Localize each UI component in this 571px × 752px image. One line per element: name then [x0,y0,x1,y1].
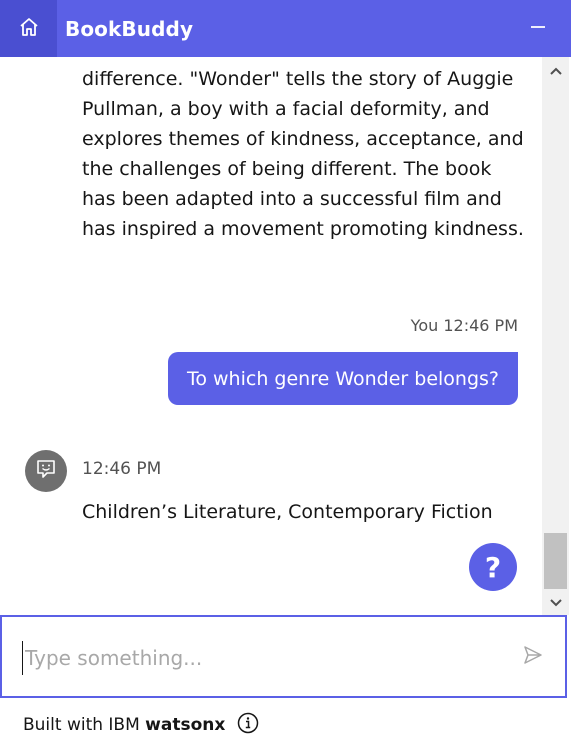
info-icon [237,712,259,738]
home-button[interactable] [0,0,57,57]
bot-avatar [25,450,67,492]
info-button[interactable] [237,712,259,738]
footer: Built with IBM watsonx [0,698,571,752]
message-input[interactable] [22,641,497,675]
chevron-up-icon [549,61,563,80]
user-message-meta: You 12:46 PM [411,316,518,335]
help-button[interactable]: ? [469,543,517,591]
bot-message-text: difference. "Wonder" tells the story of … [82,68,524,240]
app-title: BookBuddy [65,16,194,41]
bot-face-icon [34,457,58,485]
scroll-down-button[interactable] [542,589,569,615]
send-icon [522,644,544,670]
chat-widget: BookBuddy difference. "Wonder" tells the… [0,0,571,752]
minimize-button[interactable] [523,14,553,44]
built-with-label: Built with IBM watsonx [23,715,225,735]
chevron-down-icon [549,593,563,612]
scrollbar[interactable] [542,57,569,615]
user-message-time: 12:46 PM [443,316,518,335]
home-icon [18,16,40,42]
bot-message-text: Children’s Literature, Contemporary Fict… [82,501,493,523]
message-list: difference. "Wonder" tells the story of … [0,57,542,615]
minimize-icon [529,18,547,40]
user-sender-label: You [410,316,439,335]
built-with-prefix: Built with IBM [23,715,146,735]
scroll-up-button[interactable] [542,57,569,83]
watsonx-brand: watsonx [145,715,226,735]
bot-message-time: 12:46 PM [82,459,162,479]
user-message-bubble: To which genre Wonder belongs? [167,352,518,405]
send-button[interactable] [519,643,547,671]
scrollbar-thumb[interactable] [544,533,567,589]
header: BookBuddy [0,0,571,57]
message-input-area [0,615,567,698]
